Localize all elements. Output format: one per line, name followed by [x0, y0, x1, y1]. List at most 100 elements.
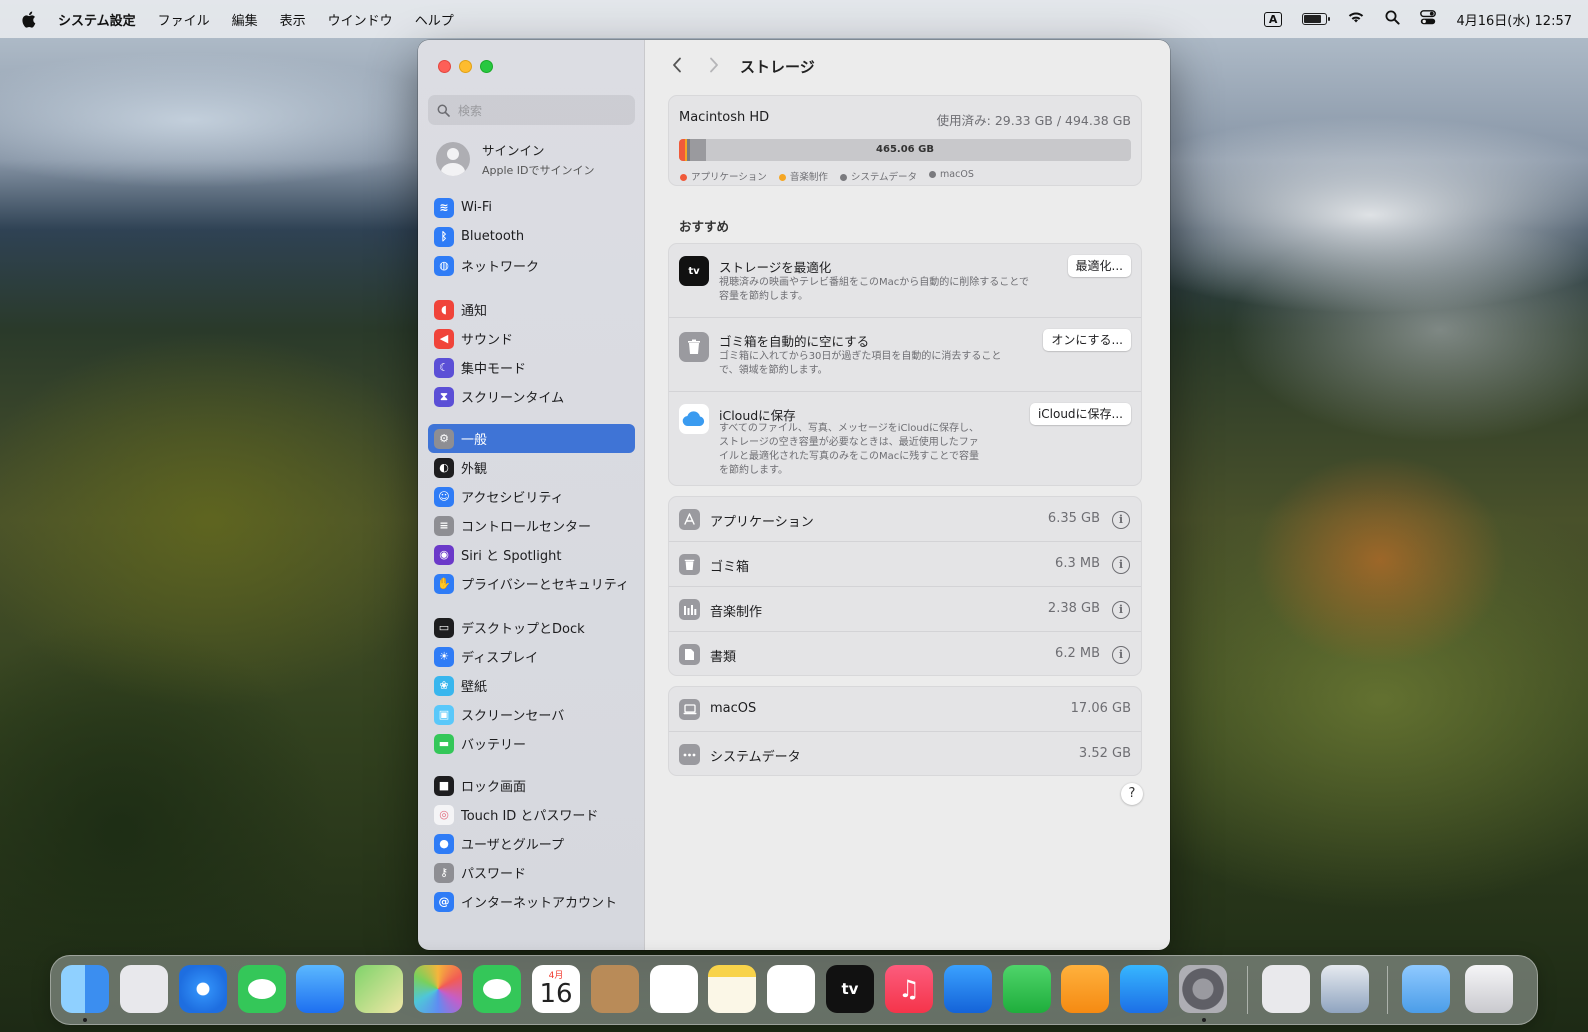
- freeform-icon[interactable]: [767, 965, 815, 1013]
- sidebar-item-battery[interactable]: ▬ バッテリー: [428, 729, 635, 758]
- maps-icon[interactable]: [355, 965, 403, 1013]
- menu-app-name[interactable]: システム設定: [58, 10, 136, 29]
- sidebar-item-dock[interactable]: ▭ デスクトップとDock: [428, 613, 635, 642]
- pages-icon[interactable]: [1061, 965, 1109, 1013]
- facetime-icon[interactable]: [473, 965, 521, 1013]
- help-button[interactable]: ?: [1121, 783, 1143, 805]
- preview-icon[interactable]: [1321, 965, 1369, 1013]
- input-source-icon[interactable]: A: [1263, 11, 1283, 27]
- sidebar-item-hand[interactable]: ✋ プライバシーとセキュリティ: [428, 569, 635, 598]
- photos-icon[interactable]: [414, 965, 462, 1013]
- storage-usage-bar[interactable]: 465.06 GB: [679, 139, 1131, 161]
- music-icon[interactable]: ♫: [885, 965, 933, 1013]
- sidebar-item-control-center[interactable]: ≡ コントロールセンター: [428, 511, 635, 540]
- turn-on-button[interactable]: オンにする...: [1043, 329, 1131, 351]
- zoom-window-button[interactable]: [480, 60, 493, 73]
- sidebar-item-label: ロック画面: [461, 780, 527, 795]
- sidebar-item-accessibility[interactable]: ☺ アクセシビリティ: [428, 482, 635, 511]
- sidebar-item-appearance[interactable]: ◐ 外観: [428, 453, 635, 482]
- contacts-icon[interactable]: [591, 965, 639, 1013]
- category-row-applications[interactable]: アプリケーション 6.35 GB i: [669, 497, 1141, 542]
- sidebar-item-lock[interactable]: ■ ロック画面: [428, 771, 635, 800]
- forward-button[interactable]: [704, 56, 724, 76]
- system-settings-icon[interactable]: [1179, 965, 1227, 1013]
- sidebar-item-wifi[interactable]: ≋ Wi-Fi: [428, 193, 635, 222]
- info-icon[interactable]: i: [1112, 646, 1130, 664]
- trash-icon[interactable]: [1465, 965, 1513, 1013]
- control-center-menu-icon[interactable]: [1420, 9, 1437, 29]
- sidebar-item-hourglass[interactable]: ⧗ スクリーンタイム: [428, 382, 635, 411]
- sidebar-group: ⚙ 一般 ◐ 外観 ☺ アクセシビリティ ≡ コントロールセンター ◉ Siri と Spotli…: [428, 424, 635, 598]
- apple-id-signin[interactable]: サインイン Apple IDでサインイン: [436, 140, 595, 178]
- sidebar-item-gear[interactable]: ⚙ 一般: [428, 424, 635, 453]
- mail-icon[interactable]: [296, 965, 344, 1013]
- sidebar-item-bluetooth[interactable]: ᛒ Bluetooth: [428, 222, 635, 251]
- sidebar-item-users[interactable]: ● ユーザとグループ: [428, 829, 635, 858]
- sidebar-item-label: デスクトップとDock: [461, 622, 585, 637]
- category-row-documents[interactable]: 書類 6.2 MB i: [669, 632, 1141, 677]
- apple-menu-icon[interactable]: [20, 10, 36, 28]
- sidebar-item-at[interactable]: @ インターネットアカウント: [428, 887, 635, 916]
- reminders-icon[interactable]: [650, 965, 698, 1013]
- trash-icon: [679, 332, 709, 362]
- sidebar-item-wallpaper[interactable]: ❀ 壁紙: [428, 671, 635, 700]
- recommendations-card: tv ストレージを最適化 視聴済みの映画やテレビ番組をこのMacから自動的に削除…: [668, 243, 1142, 486]
- spotlight-search-icon[interactable]: [1385, 10, 1401, 29]
- category-row-music-creation[interactable]: 音楽制作 2.38 GB i: [669, 587, 1141, 632]
- info-icon[interactable]: i: [1112, 601, 1130, 619]
- sidebar-item-label: 外観: [461, 462, 488, 477]
- menu-window[interactable]: ウインドウ: [328, 10, 393, 29]
- menu-clock[interactable]: 4月16日(水) 12:57: [1456, 10, 1572, 29]
- battery-icon[interactable]: [1302, 13, 1331, 25]
- sidebar-item-bell[interactable]: ◖ 通知: [428, 295, 635, 324]
- sidebar-item-screensaver[interactable]: ▣ スクリーンセーバ: [428, 700, 635, 729]
- sidebar-item-sun[interactable]: ☀ ディスプレイ: [428, 642, 635, 671]
- downloads-folder-icon[interactable]: [1402, 965, 1450, 1013]
- category-label: ゴミ箱: [710, 560, 750, 575]
- numbers-icon[interactable]: [1003, 965, 1051, 1013]
- messages-icon[interactable]: [238, 965, 286, 1013]
- finder-icon[interactable]: [61, 965, 109, 1013]
- launchpad-icon[interactable]: [120, 965, 168, 1013]
- wifi-status-icon[interactable]: [1347, 10, 1365, 28]
- calendar-icon[interactable]: 4月 16: [532, 965, 580, 1013]
- sidebar-group: ≋ Wi-Fi ᛒ Bluetooth ◍ ネットワーク: [428, 193, 635, 280]
- optimize-button[interactable]: 最適化...: [1067, 255, 1131, 277]
- sidebar-item-key[interactable]: ⚷ パスワード: [428, 858, 635, 887]
- sidebar-item-label: インターネットアカウント: [461, 896, 618, 911]
- running-indicator: [1202, 1018, 1206, 1022]
- chevron-right-icon: [710, 57, 718, 73]
- lock-icon: ■: [434, 775, 454, 796]
- appstore-icon[interactable]: [1120, 965, 1168, 1013]
- back-button[interactable]: [667, 56, 687, 76]
- appletv-icon[interactable]: tv: [826, 965, 874, 1013]
- close-window-button[interactable]: [438, 60, 451, 73]
- category-size: 17.06 GB: [1070, 701, 1131, 716]
- menu-view[interactable]: 表示: [280, 10, 306, 29]
- notes-icon[interactable]: [708, 965, 756, 1013]
- archive-utility-icon[interactable]: [1262, 965, 1310, 1013]
- sidebar-item-fingerprint[interactable]: ◎ Touch ID とパスワード: [428, 800, 635, 829]
- store-in-icloud-button[interactable]: iCloudに保存...: [1029, 403, 1131, 425]
- category-size: 6.3 MB: [1055, 556, 1100, 571]
- dock-icon: ▭: [434, 617, 454, 638]
- category-row-trash[interactable]: ゴミ箱 6.3 MB i: [669, 542, 1141, 587]
- sidebar-item-speaker[interactable]: ◀ サウンド: [428, 324, 635, 353]
- keynote-icon[interactable]: [944, 965, 992, 1013]
- sidebar-item-siri[interactable]: ◉ Siri と Spotlight: [428, 540, 635, 569]
- sidebar-search-field[interactable]: 検索: [428, 95, 635, 125]
- minimize-window-button[interactable]: [459, 60, 472, 73]
- sidebar-item-moon[interactable]: ☾ 集中モード: [428, 353, 635, 382]
- safari-icon[interactable]: [179, 965, 227, 1013]
- info-icon[interactable]: i: [1112, 511, 1130, 529]
- menu-help[interactable]: ヘルプ: [415, 10, 454, 29]
- sidebar-item-label: パスワード: [461, 867, 527, 882]
- info-icon[interactable]: i: [1112, 556, 1130, 574]
- disk-usage-text: 使用済み: 29.33 GB / 494.38 GB: [936, 113, 1131, 128]
- sidebar-item-globe[interactable]: ◍ ネットワーク: [428, 251, 635, 280]
- category-label: macOS: [710, 701, 757, 716]
- menu-edit[interactable]: 編集: [232, 10, 258, 29]
- menu-file[interactable]: ファイル: [158, 10, 210, 29]
- category-size: 2.38 GB: [1047, 601, 1100, 616]
- legend-item: 音楽制作: [778, 169, 828, 183]
